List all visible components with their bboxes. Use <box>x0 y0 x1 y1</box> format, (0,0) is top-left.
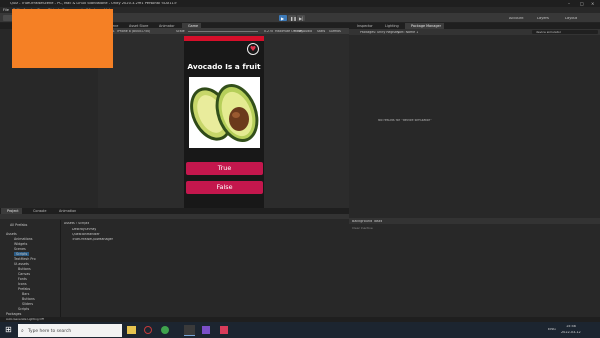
chrome-icon[interactable] <box>161 326 169 334</box>
tree-item[interactable]: Animations <box>14 237 33 241</box>
project-panel: Project Console Animation All Prefabs As… <box>0 208 349 320</box>
visual-studio-icon[interactable] <box>202 326 210 334</box>
tree-item[interactable]: Bars <box>22 292 29 296</box>
heart-icon[interactable]: ♥ <box>247 43 259 55</box>
background-tasks-header: Background Tasks <box>349 218 600 224</box>
inspector-panel: Inspector Lighting Package Manager Packa… <box>349 23 600 216</box>
tree-item[interactable]: TextMesh Pro <box>14 257 36 261</box>
minimize-icon[interactable]: – <box>568 1 570 6</box>
question-text: Avocado Is a fruit <box>187 63 261 71</box>
tree-item[interactable]: Packages <box>6 312 21 316</box>
project-divider <box>60 220 61 320</box>
tree-item[interactable]: All Prefabs <box>10 223 27 227</box>
scale-value: 0.27x <box>264 29 273 33</box>
project-toolbar <box>0 214 349 219</box>
no-results-message: No results for "device simulator" <box>378 119 432 122</box>
package-search-value: device simulator <box>536 30 561 34</box>
top-accent-bar <box>184 36 264 41</box>
taskbar-search-input[interactable]: ⌕ Type here to search <box>18 324 122 337</box>
tree-item[interactable]: Sliders <box>22 302 33 306</box>
step-button[interactable]: ▶| <box>297 15 305 21</box>
scale-label: Scale <box>176 29 185 33</box>
tree-item[interactable]: Icons <box>18 282 27 286</box>
language-indicator[interactable]: ENG <box>548 328 556 332</box>
tree-item-selected[interactable]: Scripts <box>14 252 30 256</box>
opera-icon[interactable] <box>144 326 152 334</box>
gizmos-toggle[interactable]: Gizmos <box>329 30 341 33</box>
tree-item[interactable]: Prefabs <box>18 287 30 291</box>
script-item[interactable]: QuestionHandler <box>72 233 100 236</box>
status-text: Auto Generate Lighting Off <box>6 318 44 321</box>
clock-time[interactable]: 15:58 <box>566 325 576 328</box>
scale-slider[interactable] <box>188 30 258 32</box>
clear-inactive-link[interactable]: Clear Inactive <box>352 227 373 230</box>
background-tasks-panel: Background Tasks Clear Inactive <box>349 208 600 320</box>
tree-item[interactable]: Scenes <box>14 247 26 251</box>
tree-item[interactable]: Scripts <box>18 307 29 311</box>
game-toolbar: Display 1 iPhone 8 (800x1750) Scale 0.27… <box>98 28 349 34</box>
script-item[interactable]: TrueOrFalseQuizManager <box>72 238 113 241</box>
search-icon: ⌕ <box>21 327 24 334</box>
breadcrumb: Assets › Scripts <box>64 222 90 225</box>
avocado-image <box>189 77 260 148</box>
maximize-icon[interactable]: □ <box>580 1 584 6</box>
sort-dropdown[interactable]: Sort: Name ↓ <box>397 31 419 34</box>
false-button[interactable]: False <box>186 181 263 194</box>
tree-item[interactable]: Fonts <box>18 277 27 281</box>
tree-item[interactable]: Canvas <box>18 272 30 276</box>
menu-file[interactable]: File <box>3 8 9 12</box>
account-dropdown[interactable]: Account <box>509 17 524 21</box>
app-icon[interactable] <box>220 326 228 334</box>
windows-start-icon[interactable]: ⊞ <box>5 325 12 334</box>
pause-button[interactable]: ❚❚ <box>288 15 297 21</box>
layers-dropdown[interactable]: Layers <box>537 17 549 21</box>
file-explorer-icon[interactable] <box>127 326 136 334</box>
mute-audio-toggle[interactable]: Mute Audio <box>294 30 312 33</box>
title-bar: Quiz - TrueOrFalseScene - PC, Mac & Linu… <box>0 0 600 7</box>
search-placeholder: Type here to search <box>28 328 72 334</box>
resolution-dropdown[interactable]: iPhone 8 (800x1750) <box>117 30 150 33</box>
tree-item[interactable]: Assets <box>6 232 17 236</box>
stats-toggle[interactable]: Stats <box>317 30 325 33</box>
play-button[interactable]: ▶ <box>279 15 287 21</box>
package-search-input[interactable]: device simulator <box>532 30 598 34</box>
close-icon[interactable]: × <box>591 1 594 6</box>
packages-dropdown[interactable]: Packages: Unity Registry <box>360 31 399 34</box>
package-toolbar: Packages: Unity Registry Sort: Name ↓ de… <box>349 29 600 35</box>
script-item[interactable]: DestroyOnPlay <box>72 228 96 231</box>
true-button[interactable]: True <box>186 162 263 175</box>
tree-item[interactable]: Widgets <box>14 242 27 246</box>
tree-item[interactable]: Buttons <box>22 297 35 301</box>
unity-icon[interactable] <box>184 325 195 336</box>
tree-item[interactable]: Ui.assets <box>14 262 29 266</box>
window-title: Quiz - TrueOrFalseScene - PC, Mac & Linu… <box>10 1 177 5</box>
clock-date[interactable]: 2022-03-12 <box>561 331 581 334</box>
tree-item[interactable]: Buttons <box>18 267 31 271</box>
orange-overlay <box>12 9 113 68</box>
layout-dropdown[interactable]: Layout <box>565 17 577 21</box>
background-tasks-title: Background Tasks <box>352 219 383 223</box>
